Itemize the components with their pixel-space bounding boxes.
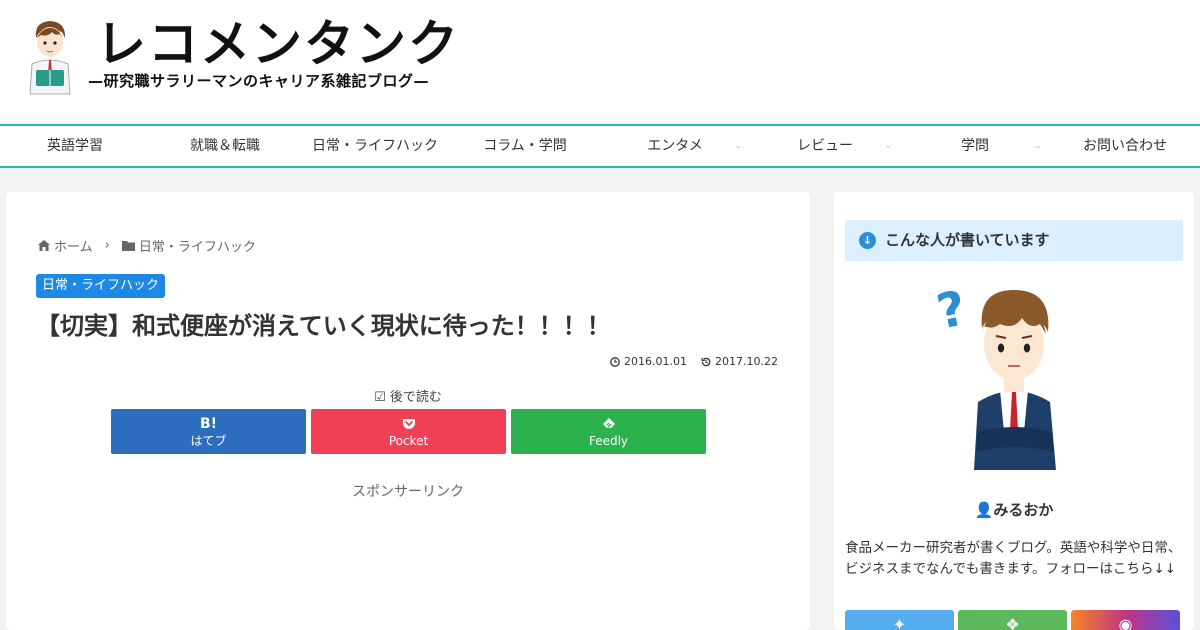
rss-follow-button[interactable]: ❖ [958, 610, 1067, 630]
logo-character-icon[interactable] [22, 16, 78, 96]
user-icon: 👤 [974, 501, 994, 519]
home-icon [38, 240, 50, 251]
post-dates: 2016.01.01 2017.10.22 [610, 355, 778, 368]
nav-item-entertainment[interactable]: エンタメ ⌄ [600, 126, 750, 166]
share-square-icon: ☑ [374, 390, 386, 405]
nav-item-lifehack[interactable]: 日常・ライフハック [300, 126, 450, 166]
twitter-follow-button[interactable]: ✦ [845, 610, 954, 630]
read-later-link[interactable]: ☑ 後で読む [6, 386, 810, 405]
pocket-icon [402, 418, 415, 429]
nav-item-contact[interactable]: お問い合わせ [1050, 126, 1200, 166]
global-nav: 英語学習 就職＆転職 日常・ライフハック コラム・学問 エンタメ ⌄ レビュー ⌄ … [0, 124, 1200, 168]
feedly-share-button[interactable]: Feedly [511, 409, 706, 454]
pocket-share-button[interactable]: Pocket [311, 409, 506, 454]
published-date: 2016.01.01 [610, 355, 687, 368]
site-tagline: —研究職サラリーマンのキャリア系雑記ブログ— [88, 72, 430, 90]
nav-item-academics[interactable]: 学問 ⌄ [900, 126, 1050, 166]
category-label[interactable]: 日常・ライフハック [36, 274, 166, 298]
author-name: 👤みるおか [974, 501, 1054, 519]
site-title[interactable]: レコメンタンク [96, 14, 460, 74]
chevron-down-icon: ⌄ [734, 141, 742, 151]
profile-widget-title: ↓ こんな人が書いています [845, 220, 1183, 261]
share-buttons: B! はてブ Pocket Feedly [111, 409, 706, 454]
sidebar: ↓ こんな人が書いています ? 👤みるおか 食品メーカー研究者が書くブログ。英語… [834, 192, 1194, 630]
svg-text:?: ? [934, 282, 971, 341]
nav-item-column[interactable]: コラム・学問 [450, 126, 600, 166]
twitter-icon: ✦ [892, 615, 907, 630]
chevron-down-icon: ⌄ [1034, 141, 1042, 151]
chevron-down-icon: ⌄ [884, 141, 892, 151]
breadcrumb: ホーム › 日常・ライフハック [38, 236, 256, 255]
site-header: レコメンタンク —研究職サラリーマンのキャリア系雑記ブログ— [0, 0, 1200, 124]
hatena-share-button[interactable]: B! はてブ [111, 409, 306, 454]
author-avatar: ? [934, 282, 1056, 470]
feedly-icon [602, 417, 615, 428]
arrow-down-circle-icon: ↓ [859, 232, 876, 249]
nav-item-review[interactable]: レビュー ⌄ [750, 126, 900, 166]
article-card: ホーム › 日常・ライフハック 日常・ライフハック 【切実】和式便座が消えていく… [6, 192, 810, 630]
clock-icon [610, 356, 620, 367]
follow-buttons: ✦ ❖ ◉ [845, 610, 1180, 630]
rss-icon: ❖ [1005, 615, 1020, 630]
folder-icon [121, 241, 135, 251]
nav-item-english[interactable]: 英語学習 [0, 126, 150, 166]
instagram-icon: ◉ [1118, 615, 1133, 630]
history-icon [701, 357, 711, 366]
updated-date: 2017.10.22 [701, 355, 778, 368]
nav-item-career[interactable]: 就職＆転職 [150, 126, 300, 166]
breadcrumb-category[interactable]: 日常・ライフハック [139, 236, 256, 255]
instagram-follow-button[interactable]: ◉ [1071, 610, 1180, 630]
author-bio: 食品メーカー研究者が書くブログ。英語や科学や日常、ビジネスまでなんでも書きます。… [845, 540, 1182, 577]
sponsor-label: スポンサーリンク [352, 484, 464, 500]
post-title: 【切実】和式便座が消えていく現状に待った！！！！ [36, 312, 611, 340]
chevron-right-icon: › [104, 238, 110, 253]
breadcrumb-home[interactable]: ホーム [54, 236, 93, 255]
hatena-icon: B! [199, 415, 218, 432]
